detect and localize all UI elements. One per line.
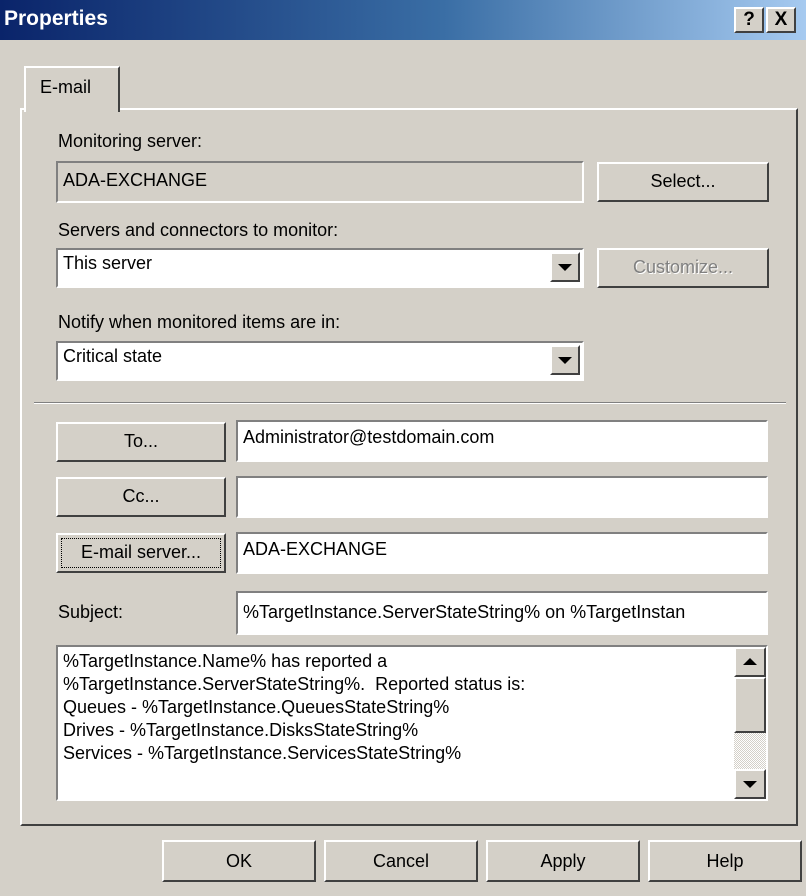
help-icon[interactable]: ? — [734, 7, 764, 33]
to-button[interactable]: To... — [56, 422, 226, 462]
customize-button: Customize... — [597, 248, 769, 288]
chevron-down-icon[interactable] — [550, 252, 580, 282]
scrollbar[interactable] — [734, 647, 766, 799]
chevron-down-icon[interactable] — [550, 345, 580, 375]
window-title: Properties — [4, 7, 108, 30]
subject-field[interactable]: %TargetInstance.ServerStateString% on %T… — [236, 591, 768, 635]
servers-connectors-value: This server — [63, 253, 153, 273]
tab-email[interactable]: E-mail — [24, 66, 120, 112]
email-server-field[interactable]: ADA-EXCHANGE — [236, 532, 768, 574]
scroll-down-icon[interactable] — [734, 769, 766, 799]
cc-field[interactable] — [236, 476, 768, 518]
select-button[interactable]: Select... — [597, 162, 769, 202]
title-bar: Properties ? X — [0, 0, 806, 40]
tab-email-label: E-mail — [40, 77, 92, 97]
servers-connectors-dropdown[interactable]: This server — [56, 248, 584, 288]
separator — [34, 402, 786, 404]
apply-button[interactable]: Apply — [486, 840, 640, 882]
message-body-box[interactable]: %TargetInstance.Name% has reported a %Ta… — [56, 645, 768, 801]
subject-label: Subject: — [58, 602, 124, 622]
monitoring-server-label: Monitoring server: — [58, 131, 203, 151]
scroll-thumb[interactable] — [734, 677, 766, 733]
email-server-button[interactable]: E-mail server... — [56, 533, 226, 573]
scroll-up-icon[interactable] — [734, 647, 766, 677]
cancel-button[interactable]: Cancel — [324, 840, 478, 882]
ok-button[interactable]: OK — [162, 840, 316, 882]
to-field[interactable]: Administrator@testdomain.com — [236, 420, 768, 462]
close-icon[interactable]: X — [766, 7, 796, 33]
servers-connectors-label: Servers and connectors to monitor: — [58, 220, 339, 240]
notify-dropdown[interactable]: Critical state — [56, 341, 584, 381]
message-body-text[interactable]: %TargetInstance.Name% has reported a %Ta… — [58, 647, 736, 801]
help-button[interactable]: Help — [648, 840, 802, 882]
cc-button[interactable]: Cc... — [56, 477, 226, 517]
notify-label: Notify when monitored items are in: — [58, 312, 341, 332]
monitoring-server-field: ADA-EXCHANGE — [56, 161, 584, 203]
notify-value: Critical state — [63, 346, 163, 366]
